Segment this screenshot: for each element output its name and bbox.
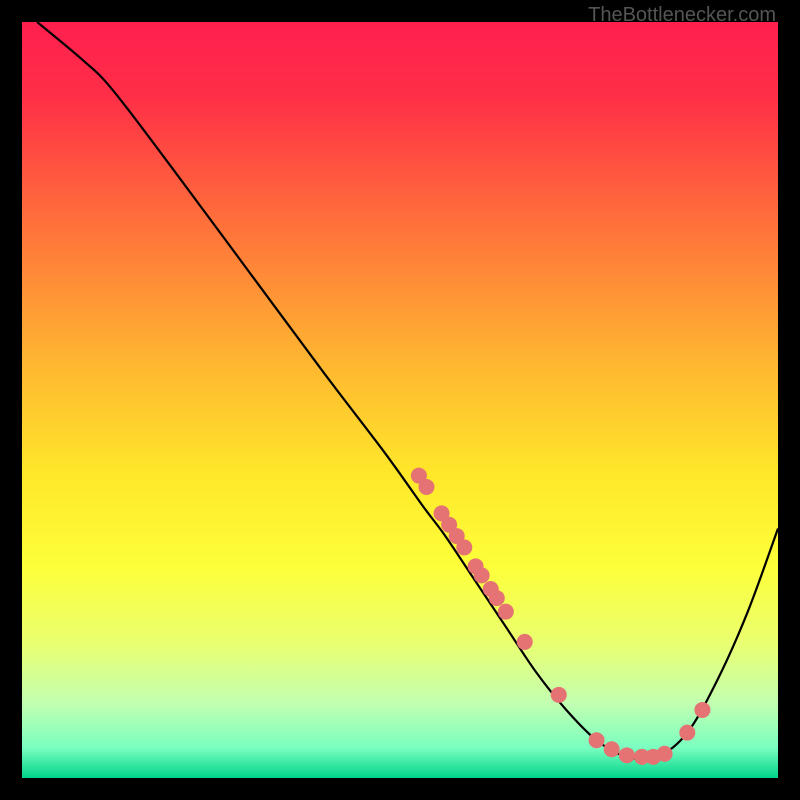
data-point [498, 604, 514, 620]
data-point [551, 687, 567, 703]
data-point [418, 479, 434, 495]
data-point [604, 741, 620, 757]
data-point [489, 590, 505, 606]
data-point [456, 539, 472, 555]
data-point [474, 567, 490, 583]
data-point [619, 747, 635, 763]
chart-container [22, 22, 778, 778]
data-point [694, 702, 710, 718]
data-point [679, 725, 695, 741]
data-point [589, 732, 605, 748]
chart-background [22, 22, 778, 778]
chart-svg [22, 22, 778, 778]
data-point [517, 634, 533, 650]
watermark-text: TheBottlenecker.com [588, 4, 776, 27]
data-point [657, 746, 673, 762]
